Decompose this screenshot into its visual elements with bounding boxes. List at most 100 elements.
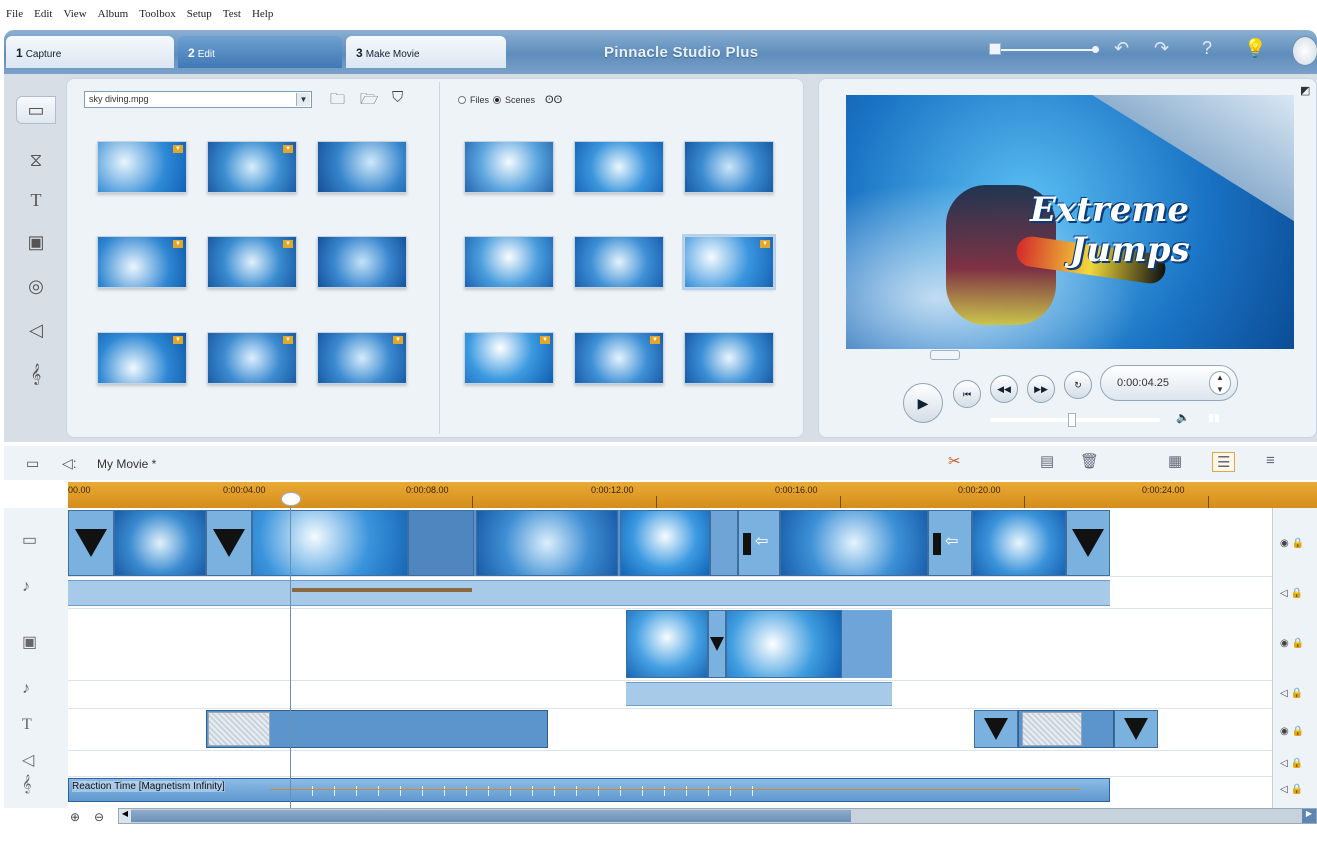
scene-thumbnail[interactable]: ▼ [97, 141, 187, 193]
sound-effects-track-icon[interactable]: ◁ [22, 750, 34, 770]
overlay-audio-track-icon[interactable]: ♪ [22, 680, 30, 698]
speaker-icon[interactable]: 🔈 [1176, 411, 1190, 424]
tag-icon[interactable]: ⛉ [392, 89, 403, 106]
menu-setup[interactable]: Setup [187, 8, 212, 20]
audio-track-icon[interactable]: ♪ [22, 578, 30, 596]
scene-thumbnail[interactable] [464, 236, 554, 288]
overlay-video-clip[interactable] [726, 610, 842, 678]
overlay-audio-track-strip[interactable] [626, 682, 892, 706]
scene-thumbnail[interactable]: ▼ [97, 332, 187, 384]
track-mute-lock-icons[interactable]: ◁ 🔒 [1280, 688, 1303, 699]
video-clip-segment[interactable] [408, 510, 474, 576]
transition-clip[interactable] [1066, 510, 1110, 576]
video-clip[interactable] [252, 510, 408, 576]
video-audio-track-strip[interactable] [68, 580, 1110, 606]
dropdown-arrow-icon[interactable]: ▼ [296, 93, 310, 106]
open-folder-icon[interactable]: 🗀 [330, 89, 345, 114]
video-clip[interactable] [620, 510, 710, 576]
video-clip[interactable] [476, 510, 618, 576]
video-clip-segment[interactable] [710, 510, 738, 576]
zoom-out-icon[interactable]: ⊖ [94, 810, 104, 824]
zoom-in-icon[interactable]: ⊕ [70, 810, 80, 824]
timecode-display[interactable]: 0:00:04.25 ▲ ▼ [1100, 365, 1238, 401]
disc-menus-icon[interactable]: ◎ [16, 272, 56, 300]
scene-thumbnail[interactable] [317, 236, 407, 288]
clip-properties-icon[interactable]: ▤ [1040, 452, 1054, 470]
razor-split-icon[interactable]: ✂ [948, 452, 961, 470]
scroll-right-icon[interactable]: ▶ [1302, 809, 1316, 823]
storyboard-view-icon[interactable]: ▦ [1168, 452, 1182, 470]
transition-clip[interactable] [68, 510, 114, 576]
scene-thumbnail[interactable] [574, 236, 664, 288]
music-track-icon[interactable]: 𝄞 [22, 776, 31, 794]
sound-effects-icon[interactable]: ◁ [16, 316, 56, 344]
album-file-select[interactable]: sky diving.mpg ▼ [84, 91, 312, 108]
preview-scrubber[interactable] [846, 350, 1294, 360]
transition-clip[interactable] [974, 710, 1018, 748]
redo-icon[interactable]: ↷ [1154, 38, 1169, 59]
audio-monitor-icon[interactable]: ▮▮ [1208, 411, 1220, 424]
timecode-spinner-icon[interactable]: ▲ ▼ [1209, 371, 1231, 395]
overlay-video-clip[interactable] [626, 610, 708, 678]
transition-clip[interactable]: ⇦ [928, 510, 972, 576]
fullscreen-icon[interactable]: ◩ [1300, 84, 1310, 97]
scene-thumbnail[interactable]: ▼ [684, 236, 774, 288]
scene-thumbnail[interactable]: ▼ [464, 332, 554, 384]
video-clip[interactable] [114, 510, 206, 576]
delete-icon[interactable]: 🗑 [1080, 452, 1099, 470]
transition-clip[interactable] [206, 510, 252, 576]
video-album-icon[interactable]: ▭ [16, 96, 56, 124]
scene-thumbnail[interactable] [574, 141, 664, 193]
video-clip[interactable] [780, 510, 928, 576]
play-icon[interactable]: ▶ [903, 383, 943, 423]
scene-thumbnail[interactable] [464, 141, 554, 193]
tab-make-movie[interactable]: 3 Make Movie [346, 36, 506, 68]
menu-file[interactable]: File [6, 8, 23, 20]
track-visibility-lock-icons[interactable]: ◉ 🔒 [1280, 726, 1304, 737]
slider-handle[interactable] [989, 43, 1001, 55]
track-visibility-lock-icons[interactable]: ◉ 🔒 [1280, 538, 1304, 549]
comment-view-icon[interactable]: ʘʘ [545, 94, 562, 106]
rewind-icon[interactable]: ◀◀ [990, 375, 1018, 403]
scene-thumbnail[interactable]: ▼ [207, 236, 297, 288]
tab-capture[interactable]: 1 Capture [6, 36, 174, 68]
globe-icon[interactable] [1292, 36, 1317, 66]
scene-thumbnail[interactable]: ▼ [317, 332, 407, 384]
track-mute-lock-icons[interactable]: ◁ 🔒 [1280, 758, 1303, 769]
video-clip[interactable] [972, 510, 1066, 576]
menu-toolbox[interactable]: Toolbox [139, 8, 176, 20]
video-track-icon[interactable]: ▭ [26, 455, 39, 472]
track-visibility-lock-icons[interactable]: ◉ 🔒 [1280, 638, 1304, 649]
undo-icon[interactable]: ↶ [1114, 38, 1129, 59]
menu-help[interactable]: Help [252, 8, 273, 20]
playhead-handle[interactable] [281, 492, 301, 506]
transition-clip[interactable] [708, 610, 726, 678]
menu-view[interactable]: View [63, 8, 86, 20]
menu-edit[interactable]: Edit [34, 8, 52, 20]
photos-icon[interactable]: ▣ [16, 228, 56, 256]
tips-icon[interactable]: 💡 [1244, 38, 1266, 59]
overlay-track-icon[interactable]: ▣ [22, 632, 37, 652]
track-mute-lock-icons[interactable]: ◁ 🔒 [1280, 784, 1303, 795]
loop-icon[interactable]: ↻ [1064, 371, 1092, 399]
scrollbar-thumb[interactable] [131, 810, 851, 822]
title-track-icon[interactable]: T [22, 716, 32, 734]
scene-thumbnail[interactable]: ▼ [207, 332, 297, 384]
scene-thumbnail[interactable] [317, 141, 407, 193]
scrubber-handle[interactable] [930, 350, 960, 360]
scene-thumbnail[interactable]: ▼ [97, 236, 187, 288]
transition-clip[interactable] [1114, 710, 1158, 748]
music-icon[interactable]: 𝄞 [16, 360, 56, 388]
audio-toggle-icon[interactable]: ◁: [62, 455, 77, 472]
transition-clip[interactable]: ⇦ [738, 510, 780, 576]
scene-thumbnail[interactable]: ▼ [574, 332, 664, 384]
menu-test[interactable]: Test [223, 8, 241, 20]
timeline-ruler[interactable]: 00.00 0:00:04.00 0:00:08.00 0:00:12.00 0… [68, 482, 1317, 508]
scene-thumbnail[interactable] [684, 141, 774, 193]
help-icon[interactable]: ? [1202, 38, 1212, 59]
text-view-icon[interactable]: ≡ [1266, 452, 1275, 469]
timeline-scrollbar[interactable]: ◀ ▶ [118, 808, 1317, 824]
zoom-slider[interactable] [989, 43, 1099, 55]
menu-album[interactable]: Album [98, 8, 129, 20]
titles-icon[interactable]: T [16, 186, 56, 214]
